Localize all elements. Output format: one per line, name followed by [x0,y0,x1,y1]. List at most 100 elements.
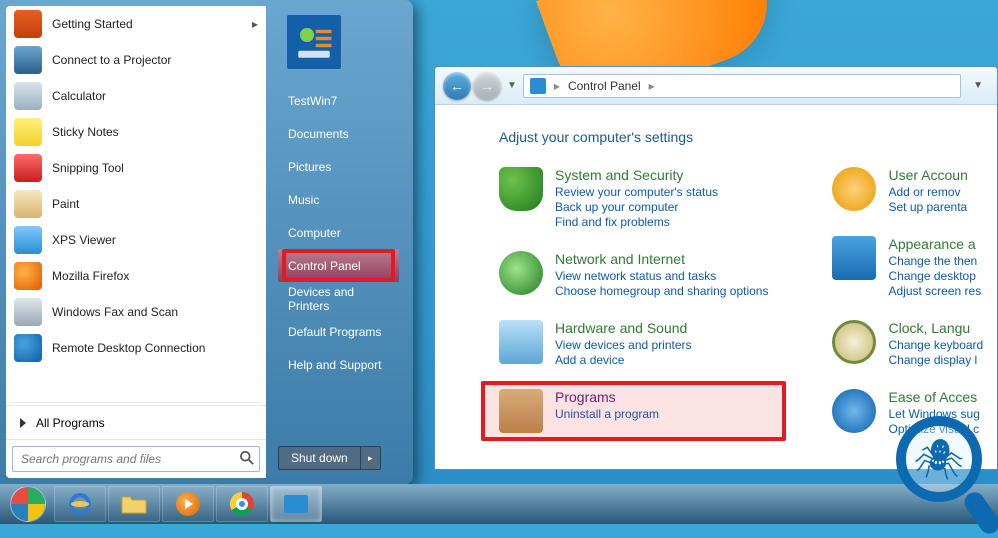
taskbar [0,484,998,524]
start-menu-right-documents[interactable]: Documents [278,117,399,150]
start-menu-right-default-programs[interactable]: Default Programs [278,315,399,348]
category-link[interactable]: Change the then [888,254,981,268]
program-label: Remote Desktop Connection [52,341,205,355]
start-menu-right-devices-and-printers[interactable]: Devices and Printers [278,282,399,315]
category-link[interactable]: Uninstall a program [555,407,659,421]
category-icon [499,389,543,433]
program-item-mozilla-firefox[interactable]: Mozilla Firefox [6,258,266,294]
program-icon [14,118,42,146]
category-appearance-a: Appearance a Change the thenChange deskto… [832,236,983,298]
nav-dropdown-icon[interactable]: ▼ [507,80,517,91]
nav-forward-button[interactable]: → [473,72,501,100]
category-title[interactable]: Clock, Langu [888,320,983,336]
program-item-xps-viewer[interactable]: XPS Viewer [6,222,266,258]
nav-back-button[interactable]: ← [443,72,471,100]
category-title[interactable]: Network and Internet [555,251,768,267]
user-avatar[interactable] [286,14,342,70]
program-item-getting-started[interactable]: Getting Started▸ [6,6,266,42]
category-user-accoun: User Accoun Add or removSet up parenta [832,167,983,214]
program-item-connect-to-a-projector[interactable]: Connect to a Projector [6,42,266,78]
program-item-windows-fax-and-scan[interactable]: Windows Fax and Scan [6,294,266,330]
right-item-label: Default Programs [288,325,381,339]
category-link[interactable]: Choose homegroup and sharing options [555,284,768,298]
category-icon [832,320,876,364]
search-input[interactable] [12,446,260,472]
category-title[interactable]: Hardware and Sound [555,320,692,336]
program-label: Connect to a Projector [52,53,171,67]
category-network-and-internet: Network and Internet View network status … [499,251,768,298]
category-title[interactable]: User Accoun [888,167,967,183]
shutdown-options-button[interactable]: ▸ [361,446,381,470]
category-link[interactable]: Find and fix problems [555,215,718,229]
program-label: Calculator [52,89,106,103]
category-link[interactable]: Change desktop [888,269,981,283]
category-link[interactable]: Add a device [555,353,692,367]
program-label: Mozilla Firefox [52,269,129,283]
category-title[interactable]: Ease of Acces [888,389,979,405]
category-link[interactable]: View devices and printers [555,338,692,352]
program-label: Sticky Notes [52,125,119,139]
control-panel-taskbar-icon[interactable] [270,486,322,522]
program-icon [14,334,42,362]
shutdown-button[interactable]: Shut down [278,446,361,470]
category-system-and-security: System and Security Review your computer'… [499,167,768,229]
category-link[interactable]: Change keyboard [888,338,983,352]
category-icon [499,320,543,364]
start-button[interactable] [4,484,52,524]
breadcrumb-separator-icon: ▸ [649,79,655,93]
category-title[interactable]: Appearance a [888,236,981,252]
program-item-calculator[interactable]: Calculator [6,78,266,114]
start-menu-right-help-and-support[interactable]: Help and Support [278,348,399,381]
category-link[interactable]: View network status and tasks [555,269,768,283]
right-item-label: Music [288,193,319,207]
magnifier-overlay-icon: 🕷 [890,410,998,530]
triangle-right-icon [20,418,26,428]
start-menu-right-computer[interactable]: Computer [278,216,399,249]
breadcrumb-bar[interactable]: ▸ Control Panel ▸ [523,74,961,98]
category-link[interactable]: Adjust screen res [888,284,981,298]
program-label: Paint [52,197,79,211]
category-link[interactable]: Set up parenta [888,200,967,214]
category-title[interactable]: Programs [555,389,659,405]
submenu-arrow-icon: ▸ [252,17,258,31]
category-clock-langu: Clock, Langu Change keyboardChange displa… [832,320,983,367]
program-label: Windows Fax and Scan [52,305,178,319]
all-programs-label: All Programs [36,416,105,430]
program-item-paint[interactable]: Paint [6,186,266,222]
start-menu-right-control-panel[interactable]: Control Panel [278,249,399,282]
start-menu: Getting Started▸ Connect to a Projector Ca… [0,0,413,484]
right-item-label: Control Panel [288,259,361,273]
category-link[interactable]: Review your computer's status [555,185,718,199]
right-item-label: Help and Support [288,358,381,372]
category-icon [832,236,876,280]
start-menu-right-music[interactable]: Music [278,183,399,216]
category-title[interactable]: System and Security [555,167,718,183]
start-menu-right-pictures[interactable]: Pictures [278,150,399,183]
program-icon [14,262,42,290]
breadcrumb-separator-icon: ▸ [554,79,560,93]
category-link[interactable]: Add or remov [888,185,967,199]
breadcrumb-item[interactable]: Control Panel [568,79,641,93]
all-programs-button[interactable]: All Programs [6,405,266,439]
start-menu-left-pane: Getting Started▸ Connect to a Projector Ca… [6,6,266,478]
program-item-snipping-tool[interactable]: Snipping Tool [6,150,266,186]
category-link[interactable]: Change display l [888,353,983,367]
program-icon [14,10,42,38]
page-title: Adjust your computer's settings [499,129,997,145]
start-menu-user-name[interactable]: TestWin7 [278,84,399,117]
program-label: XPS Viewer [52,233,116,247]
breadcrumb-dropdown-icon[interactable]: ▼ [967,80,989,91]
windows-media-player-icon[interactable] [162,486,214,522]
file-explorer-icon[interactable] [108,486,160,522]
google-chrome-icon[interactable] [216,486,268,522]
category-programs: Programs Uninstall a program [499,389,768,433]
program-label: Snipping Tool [52,161,124,175]
search-icon [240,451,254,470]
internet-explorer-icon[interactable] [54,486,106,522]
right-item-label: Pictures [288,160,331,174]
program-item-remote-desktop-connection[interactable]: Remote Desktop Connection [6,330,266,366]
control-panel-icon [530,78,546,94]
program-item-sticky-notes[interactable]: Sticky Notes [6,114,266,150]
category-icon [832,389,876,433]
category-link[interactable]: Back up your computer [555,200,718,214]
